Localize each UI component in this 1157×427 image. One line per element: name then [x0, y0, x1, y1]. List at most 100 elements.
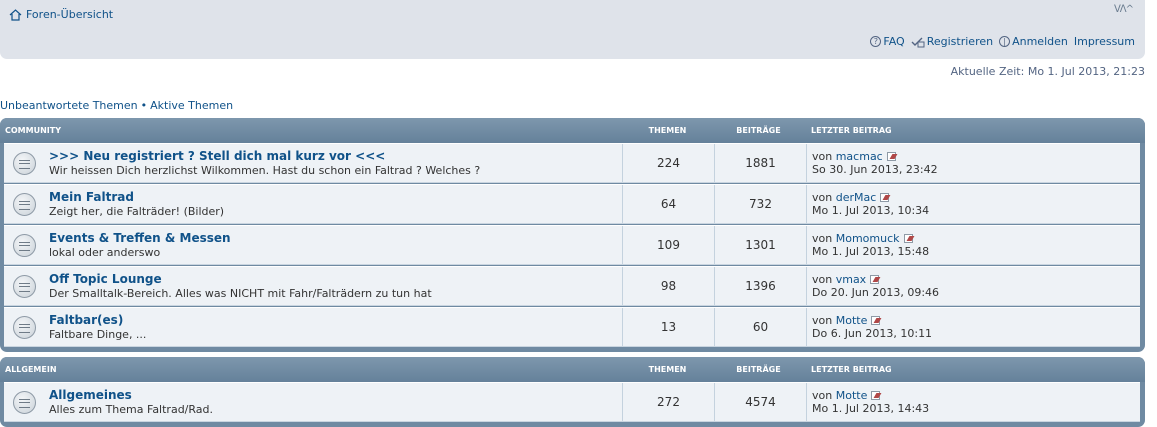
forum-text: Faltbar(es) Faltbare Dinge, ...: [49, 313, 147, 341]
forum-title[interactable]: Events & Treffen & Messen: [49, 231, 231, 245]
last-post-by: von: [812, 191, 833, 204]
forum-text: Allgemeines Alles zum Thema Faltrad/Rad.: [49, 388, 213, 416]
separator: •: [140, 99, 148, 112]
category-community: COMMUNITY THEMEN BEITRÄGE LETZTER BEITRA…: [0, 118, 1145, 352]
forum-title[interactable]: Mein Faltrad: [49, 190, 224, 204]
view-latest-post-icon[interactable]: [880, 193, 890, 202]
forum-description: Der Smalltalk-Bereich. Alles was NICHT m…: [49, 286, 432, 300]
forum-name-cell: Allgemeines Alles zum Thema Faltrad/Rad.: [4, 383, 623, 421]
last-post-date: Mo 1. Jul 2013, 14:43: [812, 402, 930, 415]
forum-description: Faltbare Dinge, ...: [49, 327, 147, 341]
quick-links: Unbeantwortete Themen • Aktive Themen: [0, 99, 233, 112]
power-icon: |: [999, 36, 1011, 47]
forum-row: Events & Treffen & Messen lokal oder and…: [4, 225, 1140, 265]
forum-row: >>> Neu registriert ? Stell dich mal kur…: [4, 143, 1140, 183]
category-title[interactable]: ALLGEMEIN: [0, 365, 622, 374]
forum-title[interactable]: >>> Neu registriert ? Stell dich mal kur…: [49, 149, 480, 163]
home-icon[interactable]: [9, 8, 22, 21]
forum-text: Events & Treffen & Messen lokal oder and…: [49, 231, 231, 259]
active-topics-link[interactable]: Aktive Themen: [150, 99, 233, 112]
column-posts-header: BEITRÄGE: [736, 365, 781, 374]
forum-read-icon: [13, 233, 36, 257]
column-topics-header: THEMEN: [648, 126, 687, 135]
last-post-user[interactable]: Motte: [836, 314, 868, 327]
topics-count: 98: [623, 267, 715, 305]
navbar: Foren-Übersicht ᐯᐱ^ ? FAQ Registrieren |…: [0, 0, 1145, 59]
posts-count: 1881: [715, 144, 807, 182]
last-post: von Momomuck Mo 1. Jul 2013, 15:48: [807, 226, 929, 264]
forum-description: Wir heissen Dich herzlichst Wilkommen. H…: [49, 163, 481, 177]
last-post-by: von: [812, 314, 833, 327]
forum-row: Off Topic Lounge Der Smalltalk-Bereich. …: [4, 266, 1140, 306]
forum-text: >>> Neu registriert ? Stell dich mal kur…: [49, 149, 481, 177]
last-post-user[interactable]: Motte: [836, 389, 868, 402]
column-last-post-header: LETZTER BEITRAG: [811, 365, 892, 374]
register-label: Registrieren: [926, 35, 994, 48]
forum-name-cell: Mein Faltrad Zeigt her, die Falträder! (…: [4, 185, 623, 223]
category-title[interactable]: COMMUNITY: [0, 126, 622, 135]
topics-count: 109: [623, 226, 715, 264]
forum-title[interactable]: Off Topic Lounge: [49, 272, 432, 286]
last-post-date: Mo 1. Jul 2013, 10:34: [812, 204, 930, 217]
last-post-by: von: [812, 232, 833, 245]
font-size-change-icon[interactable]: ᐯᐱ^: [1114, 4, 1134, 15]
column-posts-header: BEITRÄGE: [736, 126, 781, 135]
last-post-by: von: [812, 389, 833, 402]
category-allgemein: ALLGEMEIN THEMEN BEITRÄGE LETZTER BEITRA…: [0, 357, 1145, 427]
forum-name-cell: >>> Neu registriert ? Stell dich mal kur…: [4, 144, 623, 182]
view-latest-post-icon[interactable]: [903, 234, 913, 243]
register-icon: [911, 37, 925, 47]
topics-count: 224: [623, 144, 715, 182]
breadcrumb: Foren-Übersicht: [9, 8, 113, 21]
column-last-post-header: LETZTER BEITRAG: [811, 126, 892, 135]
forum-index-link[interactable]: Foren-Übersicht: [26, 8, 113, 21]
help-icon: ?: [870, 36, 882, 47]
register-link[interactable]: Registrieren: [911, 35, 993, 48]
forum-text: Mein Faltrad Zeigt her, die Falträder! (…: [49, 190, 225, 218]
last-post-date: Mo 1. Jul 2013, 15:48: [812, 245, 930, 258]
last-post: von vmax Do 20. Jun 2013, 09:46: [807, 267, 939, 305]
faq-label: FAQ: [883, 35, 905, 48]
posts-count: 1396: [715, 267, 807, 305]
forum-read-icon: [13, 192, 36, 216]
forum-description: lokal oder anderswo: [49, 245, 161, 259]
faq-link[interactable]: ? FAQ: [870, 35, 905, 48]
posts-count: 1301: [715, 226, 807, 264]
forum-read-icon: [13, 315, 36, 339]
last-post-by: von: [812, 150, 833, 163]
topics-count: 64: [623, 185, 715, 223]
last-post: von derMac Mo 1. Jul 2013, 10:34: [807, 185, 929, 223]
column-topics-header: THEMEN: [648, 365, 687, 374]
forum-text: Off Topic Lounge Der Smalltalk-Bereich. …: [49, 272, 432, 300]
impressum-link[interactable]: Impressum: [1074, 35, 1135, 48]
user-menu: ? FAQ Registrieren | Anmelden Impressum: [870, 35, 1135, 48]
posts-count: 732: [715, 185, 807, 223]
last-post-date: Do 6. Jun 2013, 10:11: [812, 327, 933, 340]
view-latest-post-icon[interactable]: [870, 275, 880, 284]
forum-row: Allgemeines Alles zum Thema Faltrad/Rad.…: [4, 382, 1140, 422]
last-post-user[interactable]: vmax: [836, 273, 866, 286]
forum-name-cell: Events & Treffen & Messen lokal oder and…: [4, 226, 623, 264]
forum-description: Zeigt her, die Falträder! (Bilder): [49, 204, 225, 218]
last-post-by: von: [812, 273, 833, 286]
forum-name-cell: Off Topic Lounge Der Smalltalk-Bereich. …: [4, 267, 623, 305]
forum-row: Faltbar(es) Faltbare Dinge, ... 13 60 vo…: [4, 307, 1140, 347]
last-post-user[interactable]: Momomuck: [836, 232, 900, 245]
unanswered-topics-link[interactable]: Unbeantwortete Themen: [0, 99, 138, 112]
last-post-date: So 30. Jun 2013, 23:42: [812, 163, 938, 176]
login-link[interactable]: | Anmelden: [999, 35, 1068, 48]
category-header: COMMUNITY THEMEN BEITRÄGE LETZTER BEITRA…: [0, 118, 1145, 143]
posts-count: 4574: [715, 383, 807, 421]
view-latest-post-icon[interactable]: [886, 152, 896, 161]
last-post-user[interactable]: macmac: [836, 150, 883, 163]
forum-read-icon: [13, 390, 36, 414]
view-latest-post-icon[interactable]: [871, 316, 881, 325]
current-time: Aktuelle Zeit: Mo 1. Jul 2013, 21:23: [950, 65, 1145, 78]
view-latest-post-icon[interactable]: [871, 391, 881, 400]
forum-title[interactable]: Faltbar(es): [49, 313, 146, 327]
last-post-user[interactable]: derMac: [836, 191, 877, 204]
forum-title[interactable]: Allgemeines: [49, 388, 213, 402]
login-label: Anmelden: [1012, 35, 1068, 48]
forum-read-icon: [13, 151, 36, 175]
forum-row: Mein Faltrad Zeigt her, die Falträder! (…: [4, 184, 1140, 224]
